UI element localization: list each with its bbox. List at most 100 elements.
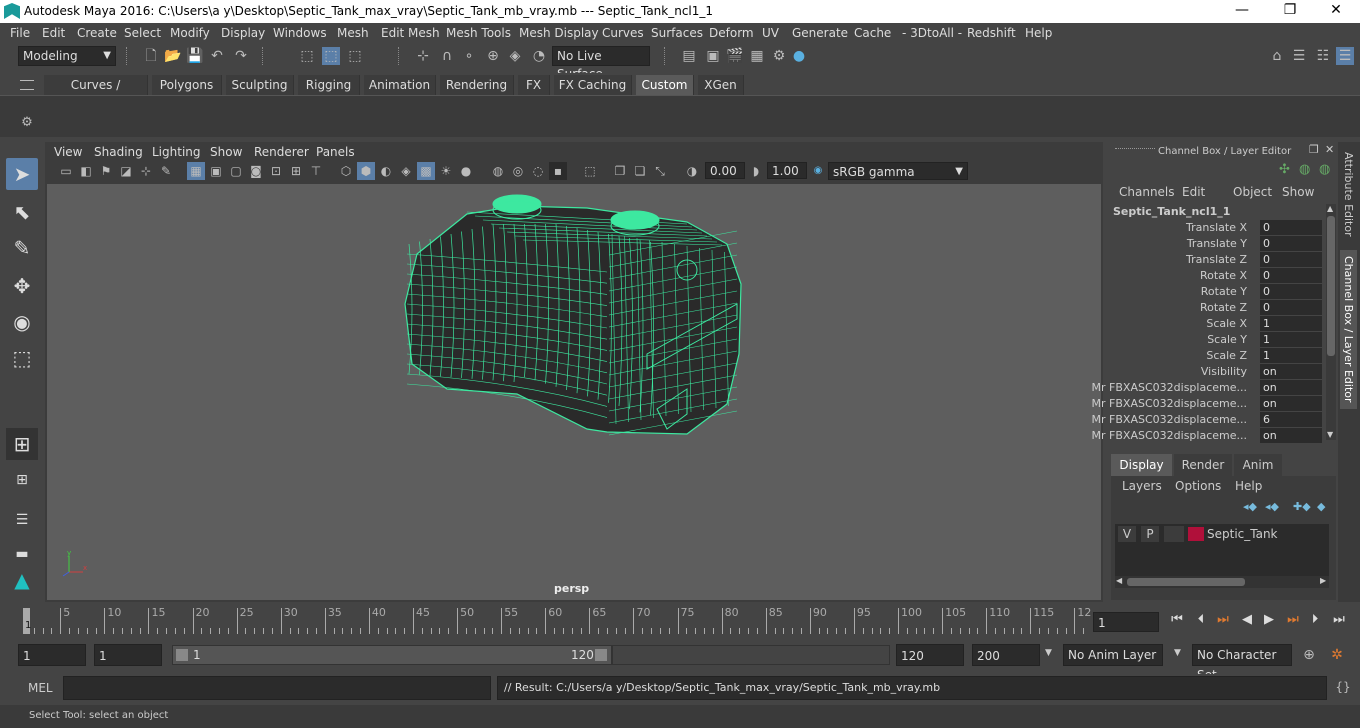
ipr-render-icon[interactable]: ▦ [748,47,766,65]
menu-redshift[interactable]: Redshift [967,26,1016,40]
grease-pencil-icon[interactable]: ✎ [157,162,175,180]
mode-dropdown[interactable]: Modeling ▼ [18,46,116,66]
snap-live-icon[interactable]: ◔ [530,47,548,65]
screen-space-ao-icon[interactable]: ● [457,162,475,180]
vp-menu-panels[interactable]: Panels [316,145,355,159]
redo-icon[interactable]: ↷ [232,47,250,65]
attribute-row[interactable]: Translate X 0 [1105,220,1325,236]
attribute-row[interactable]: Mr FBXASC032displaceme... on [1092,396,1325,412]
menu-help[interactable]: Help [1025,26,1052,40]
rotate-tool-icon[interactable]: ◉ [6,306,38,338]
step-forward-key-icon[interactable]: ⏭ [1284,612,1302,628]
camera-select-icon[interactable]: ▭ [57,162,75,180]
shelf-tab-fx[interactable]: FX [518,75,550,95]
close-button[interactable]: ✕ [1326,2,1346,18]
select-tool-icon[interactable]: ➤ [6,158,38,190]
tab-attribute-editor[interactable]: Attribute Editor [1342,152,1355,237]
float-panel-icon[interactable]: ❐ [1309,143,1319,156]
character-set-dropdown[interactable]: No Character Set [1192,644,1292,682]
chevron-down-icon[interactable]: ▼ [1174,648,1181,658]
menu-select[interactable]: Select [124,26,161,40]
attribute-row[interactable]: Mr FBXASC032displaceme... on [1092,428,1325,444]
shelf-tab-animation[interactable]: Animation [364,75,436,95]
snap-curve-icon[interactable]: ∩ [438,47,456,65]
speed-icon[interactable]: ◍ [1299,162,1310,177]
range-inner-start-field[interactable]: 1 [94,644,162,666]
layer-color-swatch[interactable] [1188,527,1204,541]
menu-cache[interactable]: Cache [854,26,891,40]
gamma-field[interactable]: 1.00 [767,162,807,179]
attribute-row[interactable]: Scale Z 1 [1105,348,1325,364]
vp-menu-renderer[interactable]: Renderer [254,145,309,159]
attribute-value[interactable]: on [1260,364,1322,379]
shelf-tab-sculpting[interactable]: Sculpting [226,75,294,95]
shelf-tab-fx-caching[interactable]: FX Caching [554,75,632,95]
attribute-value[interactable]: 1 [1260,348,1322,363]
textured-icon[interactable]: ◈ [397,162,415,180]
attribute-value[interactable]: 0 [1260,300,1322,315]
menu-3dtoall[interactable]: - 3DtoAll - [902,26,962,40]
four-view-layout-icon[interactable]: ⊞ [6,464,38,496]
safe-title-icon[interactable]: ⊤ [307,162,325,180]
layer-visibility-toggle[interactable]: V [1118,526,1136,542]
xray-joints-icon[interactable]: ◌ [529,162,547,180]
menu-mesh[interactable]: Mesh [337,26,369,40]
menu-uv[interactable]: UV [762,26,779,40]
anti-alias-icon[interactable]: ⤡ [651,162,669,180]
scale-tool-icon[interactable]: ⬚ [6,342,38,374]
range-end-field[interactable]: 200 [972,644,1040,666]
select-hierarchy-icon[interactable]: ⬚ [298,47,316,65]
attribute-row[interactable]: Rotate X 0 [1105,268,1325,284]
construction-history-icon[interactable]: ▤ [680,47,698,65]
vp-menu-show[interactable]: Show [210,145,242,159]
snap-grid-icon[interactable]: ⊹ [414,47,432,65]
new-layer-selected-icon[interactable]: ◆ [1317,500,1325,513]
snap-point-icon[interactable]: ∘ [460,47,478,65]
isolate-select-icon[interactable]: ◍ [489,162,507,180]
use-all-lights-icon[interactable]: ▩ [417,162,435,180]
script-language-label[interactable]: MEL [28,681,53,695]
grid-icon[interactable]: ▦ [187,162,205,180]
save-scene-icon[interactable]: 💾 [186,47,204,65]
paint-select-tool-icon[interactable]: ✎ [6,232,38,264]
modeling-toolkit-icon[interactable]: ☰ [1290,47,1308,65]
play-backward-icon[interactable]: ◀ [1238,612,1256,628]
go-to-end-icon[interactable]: ⏭ [1330,612,1348,628]
shelf-settings-gear-icon[interactable]: ⚙ [18,114,36,132]
layer-playback-toggle[interactable]: P [1141,526,1159,542]
maximize-button[interactable]: ❐ [1280,2,1300,18]
attribute-row[interactable]: Scale X 1 [1105,316,1325,332]
outliner-layout-icon[interactable]: ☰ [6,504,38,536]
chevron-left-icon[interactable]: ◀ [1116,576,1122,585]
camera-attributes-icon[interactable]: ◧ [77,162,95,180]
command-input[interactable] [63,676,491,700]
attribute-value[interactable]: 0 [1260,252,1322,267]
motion-blur-icon[interactable]: ❐ [611,162,629,180]
render-current-icon[interactable]: 🎬 [726,47,744,65]
auto-key-icon[interactable]: ⊕ [1300,646,1318,664]
shelf-tab-rigging[interactable]: Rigging [298,75,360,95]
septic-tank-wireframe[interactable] [47,184,1101,600]
scrollbar-thumb[interactable] [1327,216,1335,356]
chevron-right-icon[interactable]: ▶ [1320,576,1326,585]
script-editor-icon[interactable]: {} [1334,678,1352,696]
depth-of-field-icon[interactable]: ❏ [631,162,649,180]
select-component-icon[interactable]: ⬚ [346,47,364,65]
shelf-tab-polygons[interactable]: Polygons [152,75,222,95]
layer-menu-help[interactable]: Help [1235,479,1262,493]
undo-icon[interactable]: ↶ [208,47,226,65]
manipulator-icon[interactable]: ✣ [1279,162,1290,177]
snap-surface-icon[interactable]: ◈ [506,47,524,65]
render-settings-icon[interactable]: ⚙ [770,47,788,65]
new-scene-icon[interactable]: 🗋 [142,47,160,65]
attribute-row[interactable]: Scale Y 1 [1105,332,1325,348]
wireframe-icon[interactable]: ⬡ [337,162,355,180]
menu-display[interactable]: Display [221,26,265,40]
wireframe-on-shaded-icon[interactable]: ◐ [377,162,395,180]
tab-channel-box-layer-editor[interactable]: Channel Box / Layer Editor [1340,250,1357,409]
layer-hscrollbar[interactable]: ◀ ▶ [1115,576,1329,588]
attribute-value[interactable]: on [1260,380,1322,395]
close-panel-icon[interactable]: ✕ [1325,143,1334,156]
menu-file[interactable]: File [10,26,30,40]
channel-box-icon[interactable]: ☰ [1336,47,1354,65]
